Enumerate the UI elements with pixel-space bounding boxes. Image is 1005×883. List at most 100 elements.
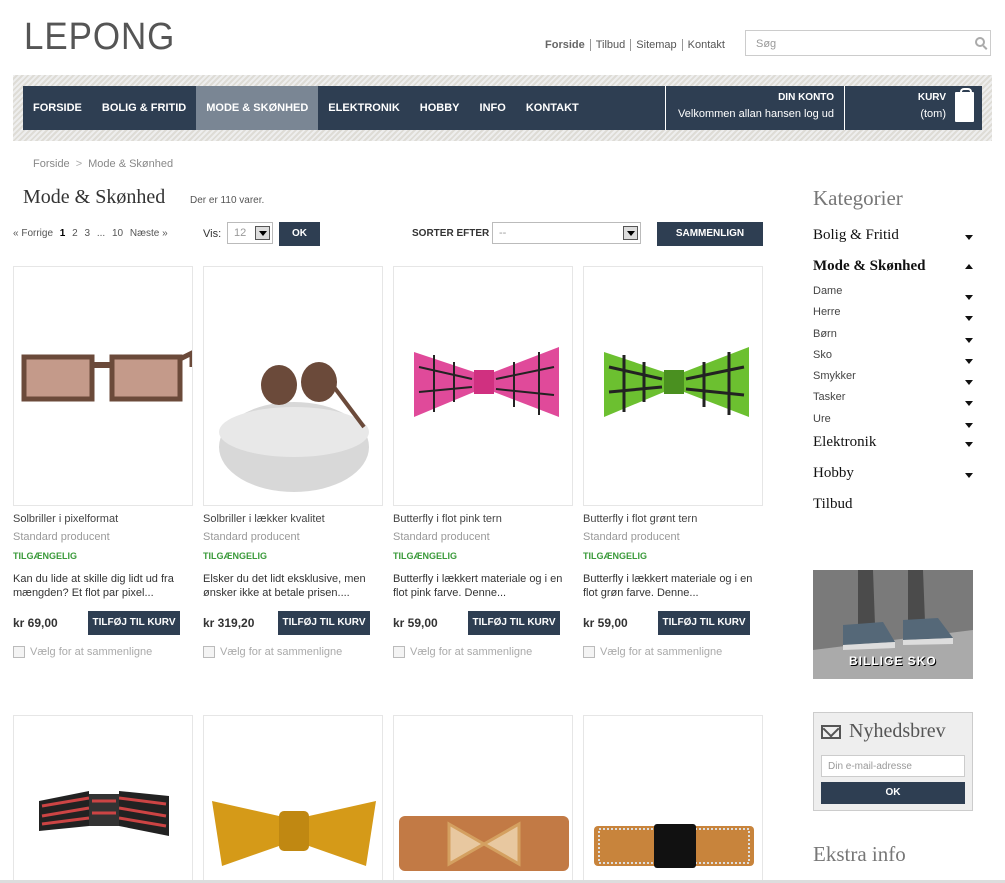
subcategory-born[interactable]: Børn (813, 328, 973, 349)
compare-label: Vælg for at sammenligne (600, 646, 723, 658)
chevron-down-icon[interactable] (965, 235, 973, 244)
product-image[interactable] (13, 266, 193, 506)
toplink-sitemap[interactable]: Sitemap (630, 39, 681, 51)
checkbox-icon[interactable] (13, 646, 25, 658)
checkbox-icon[interactable] (203, 646, 215, 658)
sort-select[interactable]: -- (492, 222, 641, 244)
add-to-cart-button[interactable]: TILFØJ TIL KURV (468, 611, 560, 635)
subcategory-label: Smykker (813, 370, 856, 383)
bowtie-green-icon (604, 347, 749, 417)
sort-value: -- (499, 227, 507, 239)
page-title: Mode & Skønhed (23, 186, 166, 208)
subcategory-dame[interactable]: Dame (813, 285, 973, 306)
product-image-card[interactable] (393, 715, 573, 883)
product-image-card[interactable] (583, 715, 763, 883)
chevron-down-icon[interactable] (965, 422, 973, 432)
product-image[interactable] (203, 266, 383, 506)
chevron-down-icon[interactable] (965, 316, 973, 325)
compare-button[interactable]: SAMMENLIGN (657, 222, 763, 246)
product-name[interactable]: Solbriller i pixelformat (13, 513, 118, 525)
pager-page-3[interactable]: 3 (84, 228, 90, 239)
site-logo[interactable]: LEPONG (24, 16, 175, 59)
checkbox-icon[interactable] (393, 646, 405, 658)
chevron-down-icon[interactable] (965, 337, 973, 347)
subcategory-label: Sko (813, 348, 832, 361)
chevron-down-icon[interactable] (965, 358, 973, 368)
toplink-kontakt[interactable]: Kontakt (681, 39, 730, 51)
compare-checkbox[interactable]: Vælg for at sammenligne (583, 646, 722, 658)
breadcrumb-home[interactable]: Forside (33, 158, 70, 170)
category-mode[interactable]: Mode & Skønhed (813, 258, 973, 285)
nav-item-forside[interactable]: FORSIDE (23, 86, 92, 130)
promo-banner[interactable]: BILLIGE SKO (813, 570, 973, 679)
subcategory-smykker[interactable]: Smykker (813, 370, 973, 391)
toplink-forside[interactable]: Forside (545, 39, 590, 51)
compare-checkbox[interactable]: Vælg for at sammenligne (393, 646, 532, 658)
subcategory-tasker[interactable]: Tasker (813, 391, 973, 412)
nav-item-elektronik[interactable]: ELEKTRONIK (318, 86, 410, 130)
add-to-cart-button[interactable]: TILFØJ TIL KURV (658, 611, 750, 635)
search-input[interactable]: Søg (745, 30, 991, 56)
product-image-card[interactable] (203, 715, 383, 883)
pager-page-2[interactable]: 2 (72, 228, 78, 239)
subcategory-ure[interactable]: Ure (813, 413, 973, 434)
pager-prev[interactable]: « Forrige (13, 228, 53, 239)
product-description: Elsker du det lidt eksklusive, men ønske… (203, 573, 366, 599)
category-bolig[interactable]: Bolig & Fritid (813, 227, 973, 258)
per-page-ok-button[interactable]: OK (279, 222, 320, 246)
chevron-down-icon[interactable] (965, 295, 973, 304)
product-name[interactable]: Solbriller i lækker kvalitet (203, 513, 325, 525)
subcategory-label: Tasker (813, 391, 846, 404)
nav-item-hobby[interactable]: HOBBY (410, 86, 470, 130)
pager-page-1[interactable]: 1 (60, 228, 66, 239)
account-text[interactable]: Velkommen allan hansen log ud (678, 108, 834, 120)
chevron-down-icon[interactable] (965, 473, 973, 482)
per-page-select[interactable]: 12 (227, 222, 273, 244)
nav-item-kontakt[interactable]: KONTAKT (516, 86, 589, 130)
chevron-down-icon[interactable] (255, 226, 270, 240)
chevron-down-icon[interactable] (965, 380, 973, 389)
compare-checkbox[interactable]: Vælg for at sammenligne (13, 646, 152, 658)
product-image[interactable] (393, 266, 573, 506)
shopping-bag-icon[interactable] (955, 88, 974, 122)
extra-info-title: Ekstra info (813, 842, 906, 866)
add-to-cart-button[interactable]: TILFØJ TIL KURV (278, 611, 370, 635)
subcategory-label: Herre (813, 306, 841, 319)
subcategory-sko[interactable]: Sko (813, 349, 973, 370)
pagination: « Forrige 1 2 3 ... 10 Næste » (13, 228, 172, 239)
pager-page-10[interactable]: 10 (112, 228, 123, 239)
category-hobby[interactable]: Hobby (813, 465, 973, 496)
compare-checkbox[interactable]: Vælg for at sammenligne (203, 646, 342, 658)
product-price: kr 59,00 (393, 616, 438, 630)
nav-item-info[interactable]: INFO (470, 86, 516, 130)
checkbox-icon[interactable] (583, 646, 595, 658)
search-icon[interactable] (975, 37, 985, 47)
stock-status: TILGÆNGELIG (13, 551, 77, 561)
product-count: Der er 110 varer. (190, 195, 265, 206)
add-to-cart-button[interactable]: TILFØJ TIL KURV (88, 611, 180, 635)
product-name[interactable]: Butterfly i flot grønt tern (583, 513, 697, 525)
chevron-up-icon[interactable] (965, 260, 973, 269)
product-name[interactable]: Butterfly i flot pink tern (393, 513, 502, 525)
newsletter-ok-button[interactable]: OK (821, 782, 965, 804)
vis-label: Vis: (203, 228, 222, 240)
subcategory-herre[interactable]: Herre (813, 306, 973, 327)
chevron-down-icon[interactable] (623, 226, 638, 240)
top-links: Forside Tilbud Sitemap Kontakt (545, 39, 730, 51)
nav-item-mode[interactable]: MODE & SKØNHED (196, 86, 319, 130)
nav-item-bolig[interactable]: BOLIG & FRITID (92, 86, 196, 130)
category-elektronik[interactable]: Elektronik (813, 434, 973, 465)
sunglasses-pixel-icon (21, 350, 192, 402)
product-image-card[interactable] (13, 715, 193, 883)
newsletter-email-input[interactable]: Din e-mail-adresse (821, 755, 965, 777)
category-tilbud[interactable]: Tilbud (813, 496, 973, 527)
chevron-down-icon[interactable] (965, 401, 973, 410)
product-image[interactable] (583, 266, 763, 506)
pager-next[interactable]: Næste » (130, 228, 168, 239)
category-label: Hobby (813, 465, 854, 482)
categories-title: Kategorier (813, 186, 903, 210)
category-list: Bolig & Fritid Mode & Skønhed Dame Herre… (813, 227, 973, 527)
account-box[interactable]: DIN KONTO Velkommen allan hansen log ud (665, 86, 845, 130)
toplink-tilbud[interactable]: Tilbud (589, 39, 631, 51)
chevron-down-icon[interactable] (965, 442, 973, 451)
